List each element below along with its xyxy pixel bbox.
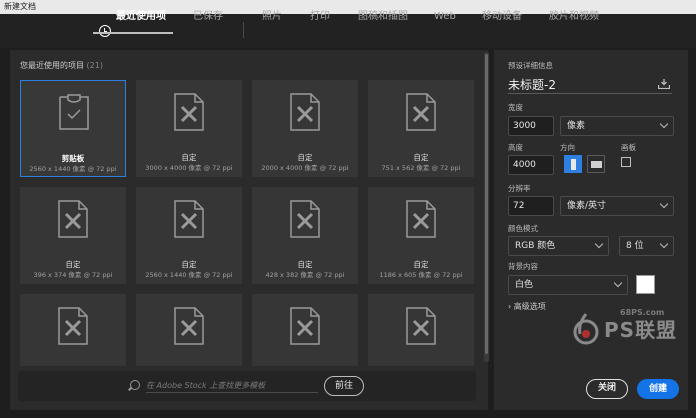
background-value: 白色: [515, 280, 534, 290]
window-title: 新建文档: [4, 2, 36, 11]
custom-document-icon: [406, 200, 436, 238]
custom-document-icon: [58, 200, 88, 238]
preset-card[interactable]: 剪贴板 2560 x 1440 像素 @ 72 ppi: [20, 80, 126, 177]
preset-size: 1186 x 605 像素 @ 72 ppi: [379, 271, 463, 279]
artboard-label: 画板: [621, 143, 636, 152]
search-icon: [130, 380, 140, 390]
custom-document-icon: [406, 93, 436, 131]
width-input[interactable]: 3000: [508, 116, 554, 136]
close-button[interactable]: 关闭: [586, 379, 628, 399]
tab-web[interactable]: Web: [434, 10, 456, 24]
height-input[interactable]: 4000: [508, 155, 554, 175]
portrait-orientation-button[interactable]: [564, 155, 582, 173]
tab-recent[interactable]: 最近使用项: [116, 10, 166, 24]
chevron-down-icon: [659, 199, 669, 209]
preset-card[interactable]: 自定 3000 x 4000 像素 @ 72 ppi: [136, 80, 242, 177]
preset-card[interactable]: 自定 428 x 382 像素 @ 72 ppi: [252, 187, 358, 284]
custom-document-icon: [174, 307, 204, 345]
chevron-down-icon: [659, 119, 669, 129]
recent-items-heading: 您最近使用的项目 (21): [20, 60, 103, 71]
custom-document-icon: [406, 307, 436, 345]
preset-card[interactable]: [368, 294, 474, 366]
tab-divider: [243, 22, 244, 38]
color-mode-label: 颜色模式: [508, 224, 538, 233]
save-preset-icon[interactable]: [658, 79, 670, 89]
chevron-down-icon: [659, 239, 669, 249]
preset-size: 3000 x 4000 像素 @ 72 ppi: [145, 164, 233, 172]
height-label: 高度: [508, 143, 523, 152]
custom-document-icon: [58, 307, 88, 345]
preset-size: 2560 x 1440 像素 @ 72 ppi: [145, 271, 233, 279]
tab-print[interactable]: 打印: [310, 10, 330, 24]
preset-card[interactable]: [20, 294, 126, 366]
custom-document-icon: [174, 200, 204, 238]
ps-union-logo-icon: [573, 313, 599, 345]
preset-card[interactable]: [252, 294, 358, 366]
custom-document-icon: [290, 93, 320, 131]
portrait-icon: [571, 159, 576, 170]
unit-select-value: 像素: [567, 121, 586, 131]
clipboard-check-icon: [59, 94, 89, 130]
background-color-swatch[interactable]: [636, 275, 655, 294]
preset-card[interactable]: 自定 2560 x 1440 像素 @ 72 ppi: [136, 187, 242, 284]
preset-size: 428 x 382 像素 @ 72 ppi: [265, 271, 345, 279]
tab-mobile[interactable]: 移动设备: [482, 10, 522, 24]
advanced-options-toggle[interactable]: › 高级选项: [508, 301, 546, 312]
bit-depth-select[interactable]: 8 位: [619, 236, 674, 256]
preset-size: 751 x 562 像素 @ 72 ppi: [381, 164, 461, 172]
preset-card[interactable]: 自定 2000 x 4000 像素 @ 72 ppi: [252, 80, 358, 177]
preset-card[interactable]: [136, 294, 242, 366]
preset-size: 2560 x 1440 像素 @ 72 ppi: [29, 165, 117, 173]
preset-size: 2000 x 4000 像素 @ 72 ppi: [261, 164, 349, 172]
resolution-unit-select[interactable]: 像素/英寸: [560, 196, 674, 216]
width-label: 宽度: [508, 103, 523, 112]
active-tab-indicator: [93, 32, 173, 34]
background-label: 背景内容: [508, 262, 538, 271]
artboard-checkbox[interactable]: [621, 157, 631, 167]
clock-icon: [99, 25, 111, 37]
recent-items-label: 您最近使用的项目: [20, 61, 84, 70]
document-name[interactable]: 未标题-2: [508, 76, 556, 93]
resolution-input[interactable]: 72: [508, 196, 554, 216]
color-mode-value: RGB 颜色: [515, 241, 556, 251]
tab-saved[interactable]: 已保存: [193, 10, 223, 24]
preset-card[interactable]: 自定 396 x 374 像素 @ 72 ppi: [20, 187, 126, 284]
resolution-label: 分辨率: [508, 184, 531, 193]
unit-select[interactable]: 像素: [560, 116, 674, 136]
tab-art-illustration[interactable]: 图稿和插图: [358, 10, 408, 24]
background-select[interactable]: 白色: [508, 275, 628, 295]
go-button[interactable]: 前往: [324, 376, 364, 396]
resolution-unit-value: 像素/英寸: [567, 201, 607, 211]
orientation-label: 方向: [560, 143, 575, 152]
landscape-icon: [591, 161, 602, 168]
color-mode-select[interactable]: RGB 颜色: [508, 236, 609, 256]
chevron-down-icon: [594, 239, 604, 249]
custom-document-icon: [290, 307, 320, 345]
tab-film-video[interactable]: 胶片和视频: [549, 10, 599, 24]
create-button[interactable]: 创建: [637, 379, 679, 399]
chevron-right-icon: ›: [508, 302, 512, 311]
preset-details-heading: 预设详细信息: [508, 61, 553, 70]
watermark-brand: PS联盟: [604, 318, 678, 342]
custom-document-icon: [290, 200, 320, 238]
landscape-orientation-button[interactable]: [587, 155, 605, 173]
advanced-options-label: 高级选项: [513, 302, 546, 311]
recent-items-count: (21): [86, 61, 103, 70]
chevron-down-icon: [613, 278, 623, 288]
preset-card[interactable]: 自定 1186 x 605 像素 @ 72 ppi: [368, 187, 474, 284]
tab-photo[interactable]: 照片: [262, 10, 282, 24]
stock-search-input[interactable]: [146, 378, 316, 392]
scrollbar-thumb[interactable]: [485, 54, 488, 354]
custom-document-icon: [174, 93, 204, 131]
search-input-underline: [146, 392, 318, 393]
bit-depth-value: 8 位: [626, 241, 644, 251]
document-name-underline: [508, 93, 672, 94]
preset-card[interactable]: 自定 751 x 562 像素 @ 72 ppi: [368, 80, 474, 177]
preset-size: 396 x 374 像素 @ 72 ppi: [33, 271, 113, 279]
